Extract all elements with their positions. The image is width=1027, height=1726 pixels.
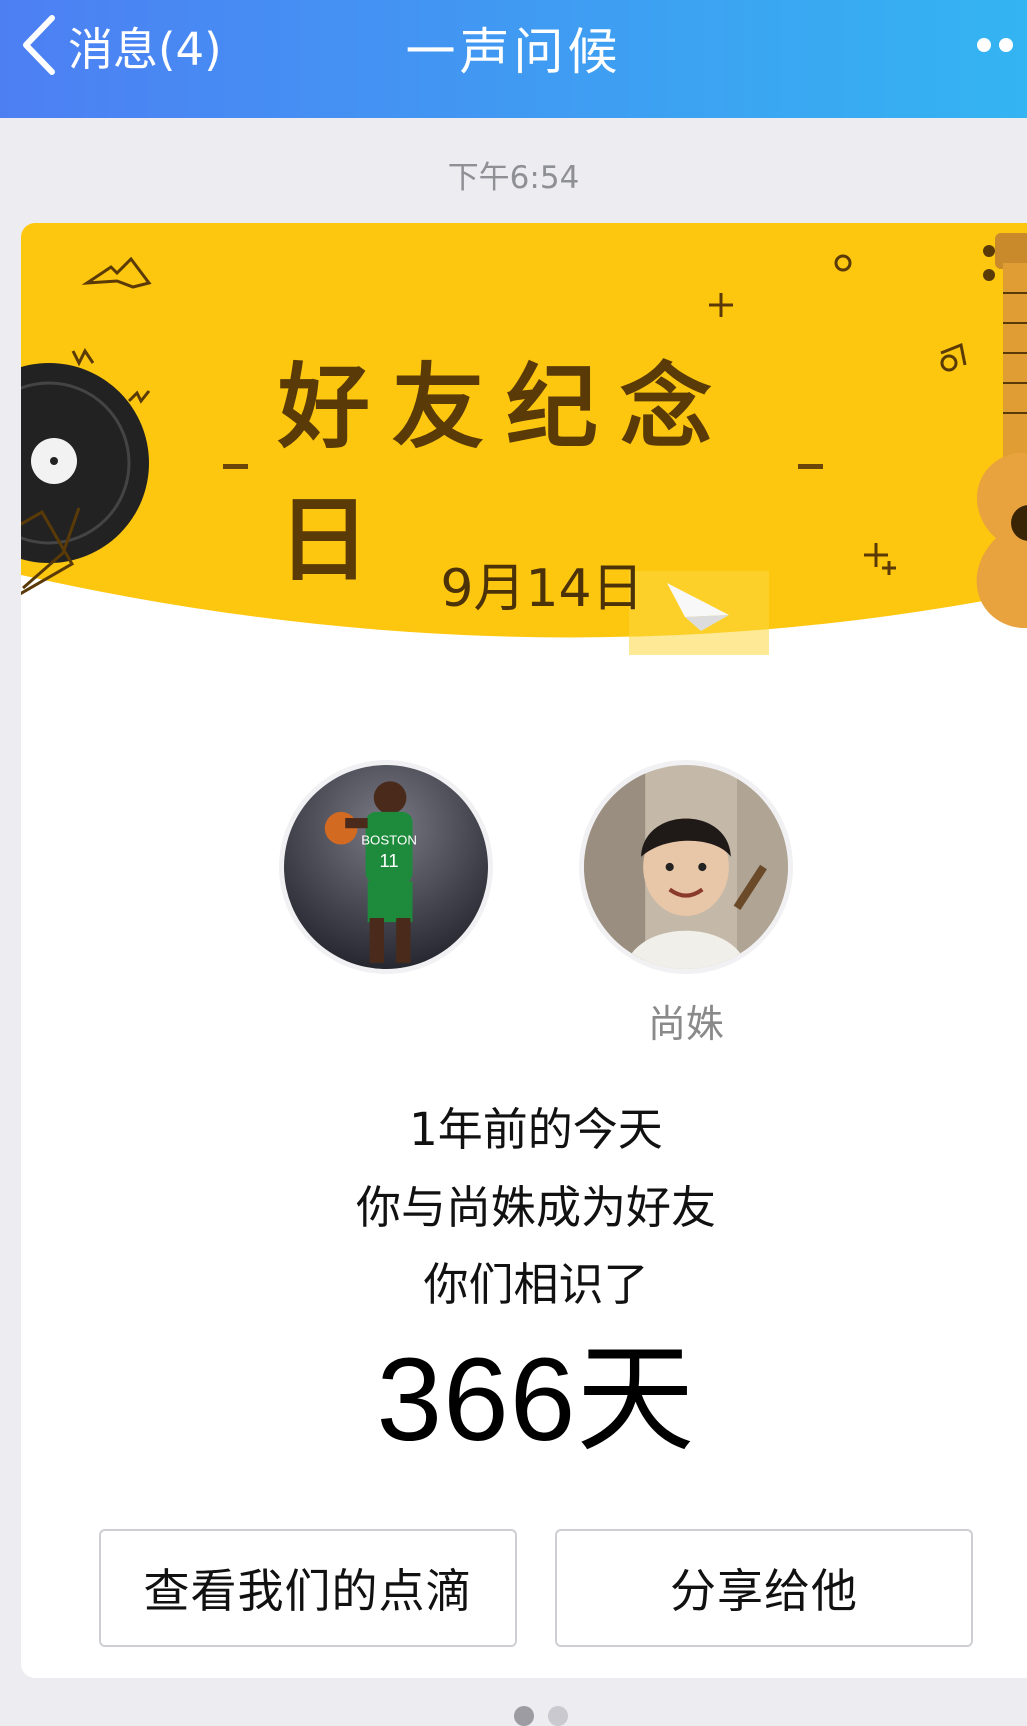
message-line-2: 你与尚姝成为好友 — [355, 1181, 716, 1234]
anniversary-card[interactable]: 好友纪念日 9月14日 BOSTON 11 尚姝 1年前的今天 你与尚姝成为好友… — [21, 223, 1027, 1678]
child-avatar-image — [584, 765, 788, 969]
more-dot — [977, 38, 991, 52]
nav-bar: 消息(4) 一声问候 — [0, 0, 1027, 118]
my-avatar[interactable]: BOSTON 11 — [279, 760, 493, 974]
days-count: 366天 — [376, 1334, 696, 1466]
more-dot — [999, 38, 1013, 52]
anniversary-date: 9月14日 — [440, 559, 644, 619]
view-memories-button[interactable]: 查看我们的点滴 — [99, 1529, 517, 1647]
page-dot — [548, 1706, 568, 1726]
page-title: 一声问候 — [405, 23, 622, 81]
svg-text:BOSTON: BOSTON — [361, 833, 417, 848]
page-dot-active — [514, 1706, 534, 1726]
player-avatar-image: BOSTON 11 — [284, 765, 488, 969]
more-icon[interactable] — [977, 30, 1027, 60]
message-line-1: 1年前的今天 — [409, 1103, 663, 1156]
friend-avatar[interactable] — [579, 760, 793, 974]
friend-name: 尚姝 — [647, 1002, 724, 1046]
page-indicator — [514, 1706, 568, 1726]
title-dash-right — [798, 463, 824, 469]
message-timestamp: 下午6:54 — [447, 160, 580, 196]
share-button[interactable]: 分享给他 — [555, 1529, 973, 1647]
title-dash-left — [223, 463, 248, 469]
svg-text:11: 11 — [380, 850, 399, 871]
